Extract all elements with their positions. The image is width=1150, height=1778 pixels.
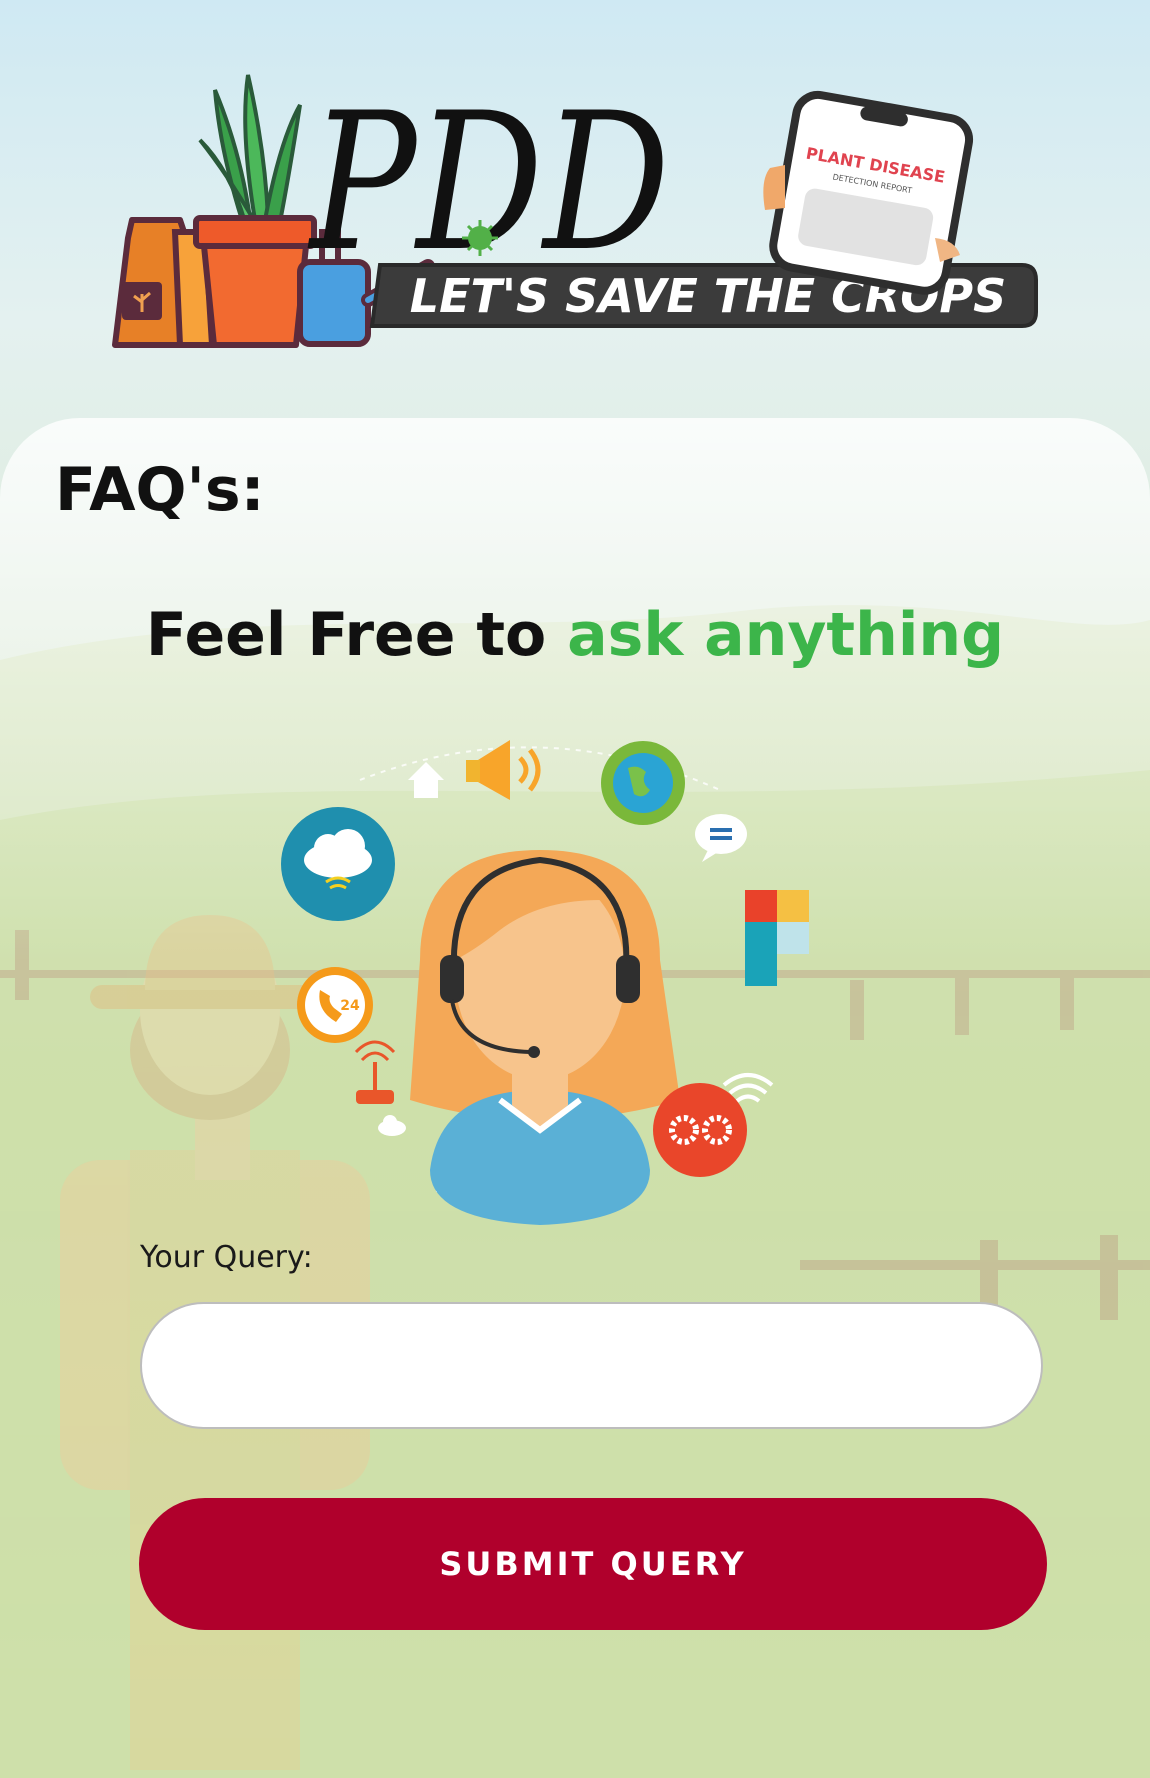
faq-headline: Feel Free to ask anything (0, 600, 1150, 670)
submit-query-button[interactable]: SUBMIT QUERY (139, 1498, 1047, 1630)
headline-prefix: Feel Free to (145, 600, 547, 670)
home-icon (408, 762, 444, 798)
headline-accent: ask anything (567, 600, 1005, 670)
small-cloud-icon (378, 1115, 406, 1136)
phone-report-icon: PLANT DISEASE DETECTION REPORT (769, 90, 974, 295)
plant-pot-icon (193, 74, 317, 348)
query-label: Your Query: (140, 1240, 313, 1275)
globe-icon (601, 741, 685, 825)
pdd-logo: LET'S SAVE THE CROPS PDD PLANT DISEASE D… (112, 72, 1038, 348)
faq-title: FAQ's: (55, 455, 265, 525)
gears-icon (653, 1083, 747, 1177)
query-input[interactable] (140, 1302, 1043, 1429)
support-agent-illustration: 24 (281, 740, 809, 1225)
cloud-wifi-icon (281, 807, 395, 921)
megaphone-icon (466, 740, 541, 800)
svg-text:24: 24 (340, 998, 360, 1014)
chat-bubble-icon (695, 814, 747, 862)
phone-24-icon: 24 (297, 967, 373, 1043)
pdd-wordmark: PDD (308, 72, 670, 293)
support-agent-avatar (410, 850, 680, 1225)
puzzle-icon (745, 890, 809, 986)
router-icon (354, 1040, 396, 1104)
